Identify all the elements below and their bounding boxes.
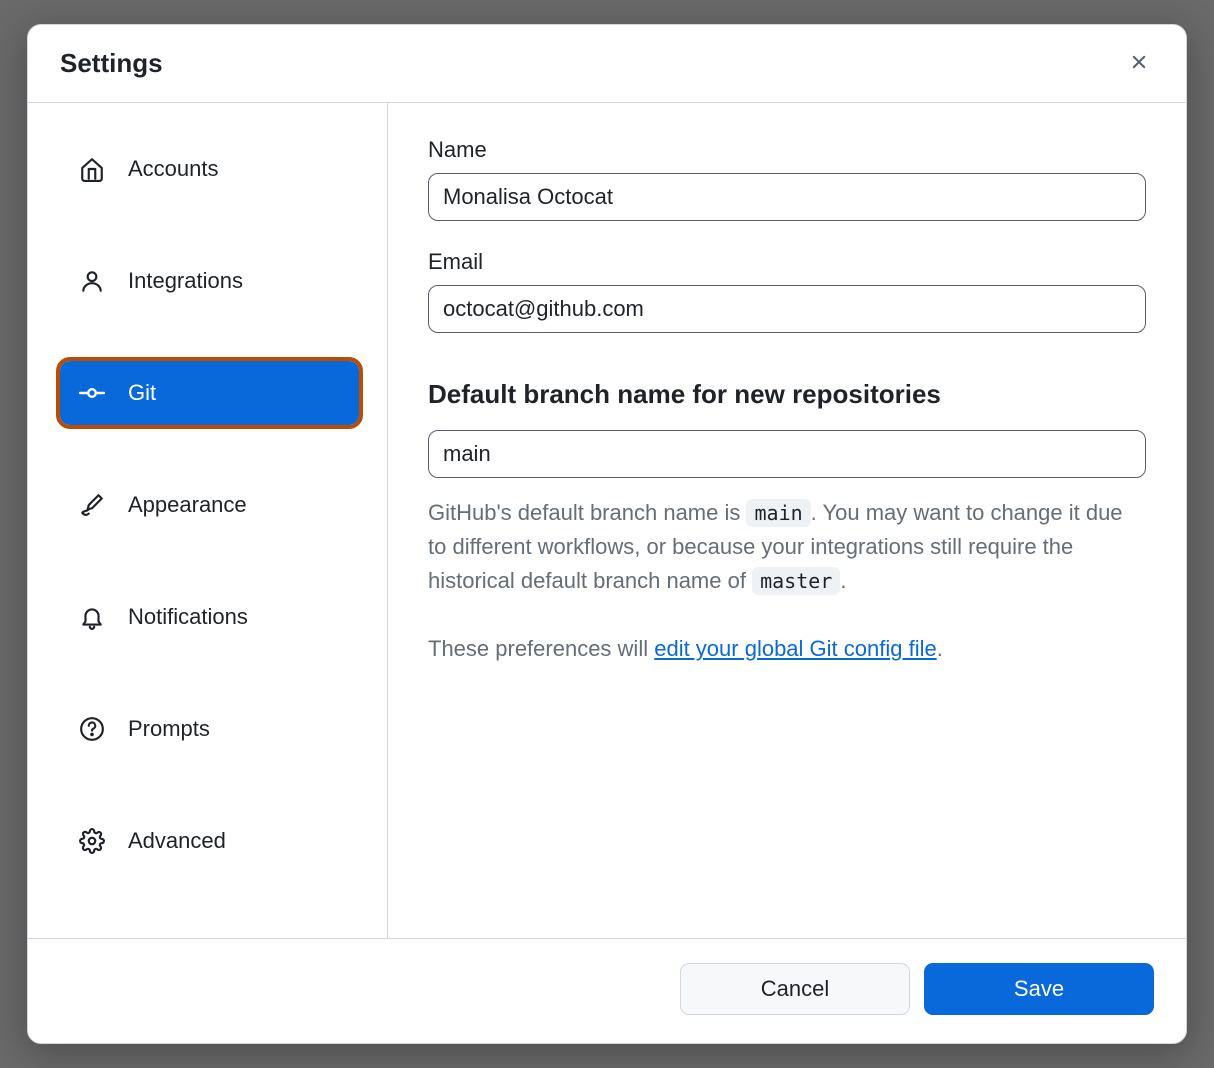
- bell-icon: [78, 603, 106, 631]
- form-group-name: Name: [428, 137, 1146, 221]
- help-text-segment: .: [840, 568, 846, 593]
- default-branch-heading: Default branch name for new repositories: [428, 379, 1146, 410]
- close-button[interactable]: [1124, 47, 1154, 80]
- edit-git-config-link[interactable]: edit your global Git config file: [654, 636, 937, 661]
- question-circle-icon: [78, 715, 106, 743]
- email-input[interactable]: [428, 285, 1146, 333]
- help-text-config: These preferences will edit your global …: [428, 632, 1146, 666]
- sidebar-item-prompts[interactable]: Prompts: [60, 697, 359, 761]
- paintbrush-icon: [78, 491, 106, 519]
- help-text-segment: These preferences will: [428, 636, 654, 661]
- sidebar-item-label: Accounts: [128, 156, 219, 182]
- dialog-footer: Cancel Save: [28, 938, 1186, 1043]
- sidebar-item-appearance-wrap: Appearance: [56, 469, 363, 541]
- dialog-header: Settings: [28, 25, 1186, 103]
- email-label: Email: [428, 249, 1146, 275]
- cancel-button[interactable]: Cancel: [680, 963, 910, 1015]
- settings-panel-git: Name Email Default branch name for new r…: [388, 103, 1186, 938]
- help-text-segment: .: [937, 636, 943, 661]
- sidebar-item-appearance[interactable]: Appearance: [60, 473, 359, 537]
- sidebar-item-prompts-wrap: Prompts: [56, 693, 363, 765]
- git-commit-icon: [78, 379, 106, 407]
- sidebar-item-label: Git: [128, 380, 156, 406]
- sidebar-item-advanced[interactable]: Advanced: [60, 809, 359, 873]
- dialog-title: Settings: [60, 48, 163, 79]
- sidebar-item-label: Integrations: [128, 268, 243, 294]
- sidebar-item-notifications-wrap: Notifications: [56, 581, 363, 653]
- save-button[interactable]: Save: [924, 963, 1154, 1015]
- code-master: master: [752, 567, 840, 595]
- gear-icon: [78, 827, 106, 855]
- sidebar-item-git[interactable]: Git: [60, 361, 359, 425]
- name-input[interactable]: [428, 173, 1146, 221]
- sidebar-item-accounts-wrap: Accounts: [56, 133, 363, 205]
- sidebar-item-accessibility[interactable]: Accessibility: [60, 921, 359, 938]
- sidebar-item-advanced-wrap: Advanced: [56, 805, 363, 877]
- help-text-branch: GitHub's default branch name is main. Yo…: [428, 496, 1146, 598]
- dialog-body: Accounts Integrations Git: [28, 103, 1186, 938]
- settings-dialog: Settings Accounts: [27, 24, 1187, 1044]
- name-label: Name: [428, 137, 1146, 163]
- code-main: main: [746, 499, 810, 527]
- sidebar-item-label: Appearance: [128, 492, 247, 518]
- sidebar: Accounts Integrations Git: [28, 103, 388, 938]
- sidebar-item-notifications[interactable]: Notifications: [60, 585, 359, 649]
- sidebar-item-accessibility-wrap: Accessibility: [56, 917, 363, 938]
- sidebar-item-integrations[interactable]: Integrations: [60, 249, 359, 313]
- sidebar-item-label: Notifications: [128, 604, 248, 630]
- person-icon: [78, 267, 106, 295]
- sidebar-item-integrations-wrap: Integrations: [56, 245, 363, 317]
- form-group-email: Email: [428, 249, 1146, 333]
- sidebar-item-git-wrap: Git: [56, 357, 363, 429]
- close-icon: [1128, 51, 1150, 76]
- sidebar-item-label: Advanced: [128, 828, 226, 854]
- sidebar-item-label: Prompts: [128, 716, 210, 742]
- help-text-segment: GitHub's default branch name is: [428, 500, 746, 525]
- sidebar-item-accounts[interactable]: Accounts: [60, 137, 359, 201]
- home-icon: [78, 155, 106, 183]
- default-branch-input[interactable]: [428, 430, 1146, 478]
